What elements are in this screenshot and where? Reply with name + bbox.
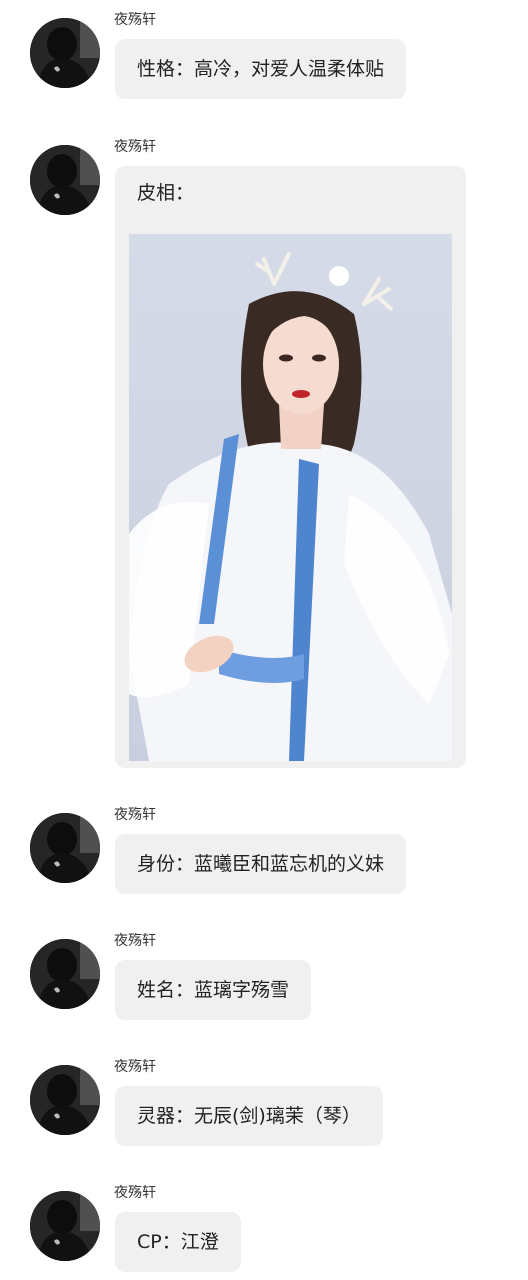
sender-name: 夜殇轩: [114, 933, 156, 949]
portrait-photo[interactable]: [129, 234, 452, 761]
avatar-icon: [30, 18, 100, 88]
chat-thread: 夜殇轩 性格：高冷，对爱人温柔体贴 夜殇轩 皮相： 夜殇轩 身份：蓝曦臣和蓝忘机…: [0, 0, 528, 1280]
avatar[interactable]: [30, 145, 100, 215]
message-bubble[interactable]: 灵器：无辰(剑)璃茉（琴）: [115, 1086, 383, 1146]
message-bubble[interactable]: 皮相：: [115, 166, 466, 768]
avatar-icon: [30, 939, 100, 1009]
sender-name: 夜殇轩: [114, 139, 156, 155]
sender-name: 夜殇轩: [114, 1185, 156, 1201]
portrait-image: [129, 234, 452, 761]
sender-name: 夜殇轩: [114, 1059, 156, 1075]
avatar-icon: [30, 145, 100, 215]
avatar[interactable]: [30, 813, 100, 883]
avatar[interactable]: [30, 18, 100, 88]
message-bubble[interactable]: 性格：高冷，对爱人温柔体贴: [115, 39, 407, 99]
avatar-icon: [30, 1191, 100, 1261]
message-bubble[interactable]: 身份：蓝曦臣和蓝忘机的义妹: [115, 834, 407, 894]
sender-name: 夜殇轩: [114, 12, 156, 28]
sender-name: 夜殇轩: [114, 807, 156, 823]
avatar-icon: [30, 813, 100, 883]
avatar-icon: [30, 1065, 100, 1135]
message-bubble[interactable]: CP：江澄: [115, 1212, 241, 1272]
avatar[interactable]: [30, 1065, 100, 1135]
avatar[interactable]: [30, 1191, 100, 1261]
message-text: 皮相：: [137, 182, 195, 204]
avatar[interactable]: [30, 939, 100, 1009]
message-bubble[interactable]: 姓名：蓝璃字殇雪: [115, 960, 312, 1020]
